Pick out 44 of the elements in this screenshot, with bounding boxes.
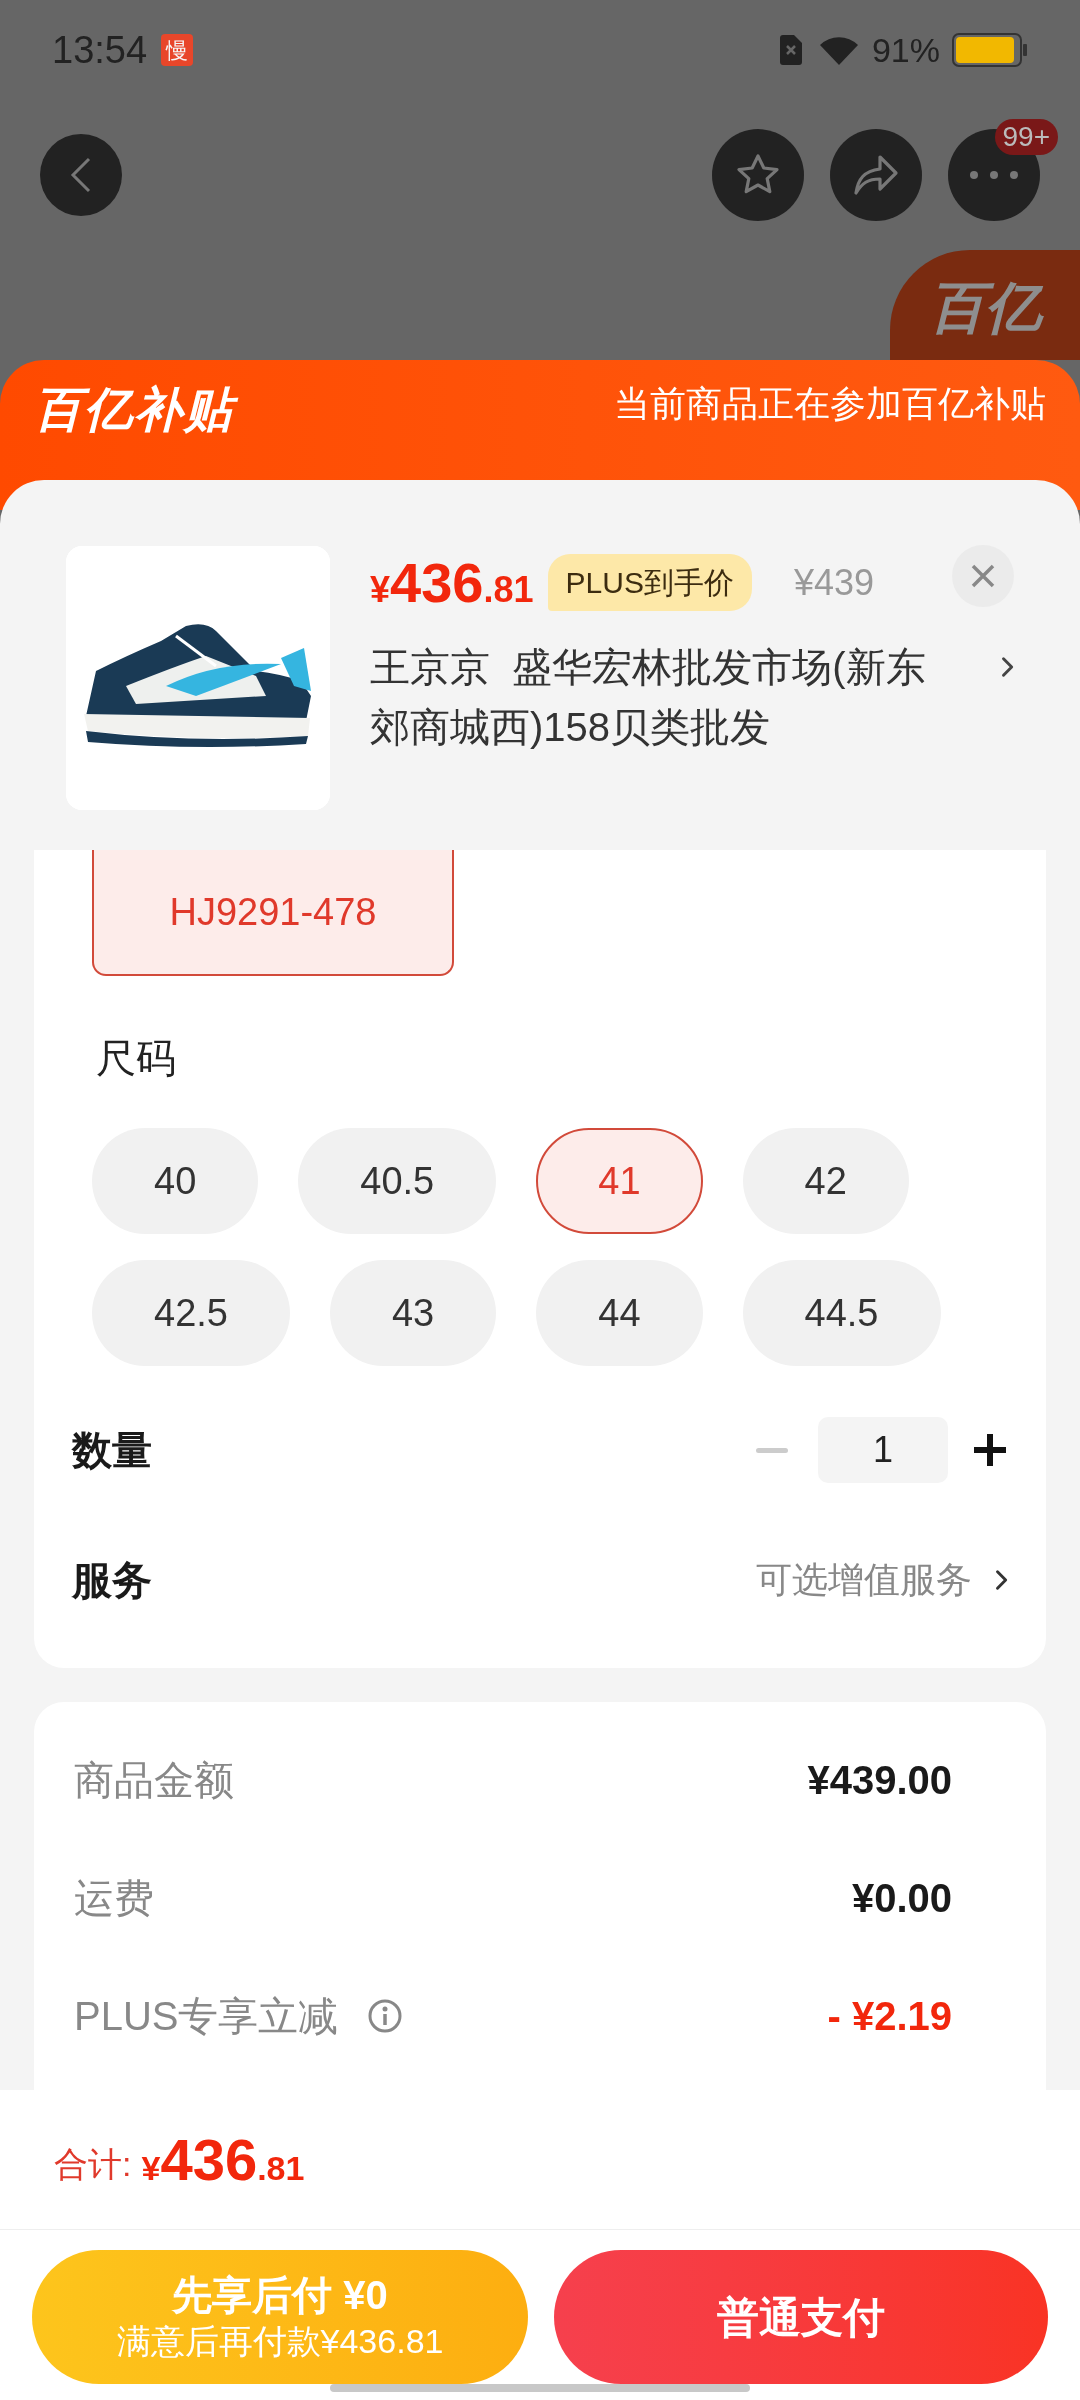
summary-value: ¥0.00 — [851, 1875, 952, 1922]
battery-icon — [952, 32, 1028, 68]
size-option[interactable]: 44.5 — [742, 1260, 941, 1366]
plus-price-tag: PLUS到手价 — [547, 554, 752, 611]
size-title: 尺码 — [96, 1038, 177, 1078]
back-icon — [69, 155, 93, 195]
summary-value: ¥439.00 — [807, 1757, 952, 1804]
promo-badge: 百亿 — [890, 250, 1080, 360]
battery-percent: 91% — [871, 29, 940, 71]
size-option[interactable]: 43 — [329, 1260, 497, 1366]
total-price: ¥436.81 — [141, 2130, 305, 2189]
sim-icon — [779, 35, 802, 65]
chevron-right-icon — [1000, 655, 1014, 679]
close-icon — [970, 562, 996, 589]
info-icon[interactable] — [366, 1998, 403, 2034]
status-time: 13:54 — [52, 27, 148, 73]
subsidy-logo: 百亿补贴 — [34, 380, 244, 440]
size-option[interactable]: 44 — [536, 1260, 703, 1366]
original-price: ¥439 — [793, 560, 874, 605]
chevron-right-icon — [994, 1568, 1008, 1592]
product-price: ¥436.81 — [370, 554, 534, 611]
summary-value: - ¥2.19 — [827, 1993, 952, 2040]
summary-label: PLUS专享立减 — [74, 1993, 339, 2040]
store-address: 王京京 盛华宏林批发市场(新东郊商城西)158贝类批发 — [370, 644, 927, 751]
quantity-field[interactable]: 1 — [818, 1417, 948, 1483]
total-label: 合计: — [54, 2144, 132, 2185]
service-label: 服务 — [72, 1557, 152, 1604]
quantity-label: 数量 — [72, 1427, 152, 1474]
plus-icon[interactable] — [972, 1432, 1008, 1468]
notification-badge: 99+ — [994, 119, 1058, 155]
subsidy-notice: 当前商品正在参加百亿补贴 — [614, 386, 1046, 422]
variant-chip[interactable]: HJ9291-478 — [92, 850, 454, 976]
app-badge: 慢 — [161, 34, 194, 66]
summary-label: 商品金额 — [74, 1757, 234, 1804]
size-option[interactable]: 40.5 — [298, 1128, 497, 1234]
size-option[interactable]: 40 — [92, 1128, 259, 1234]
wifi-icon — [817, 35, 860, 65]
pay-button[interactable]: 普通支付 — [554, 2250, 1048, 2384]
summary-label: 运费 — [74, 1875, 154, 1922]
size-option[interactable]: 42.5 — [92, 1260, 290, 1366]
more-icon — [969, 170, 1019, 180]
size-option[interactable]: 42 — [742, 1128, 909, 1234]
service-value[interactable]: 可选增值服务 — [756, 1553, 972, 1607]
size-option[interactable]: 41 — [536, 1128, 703, 1234]
